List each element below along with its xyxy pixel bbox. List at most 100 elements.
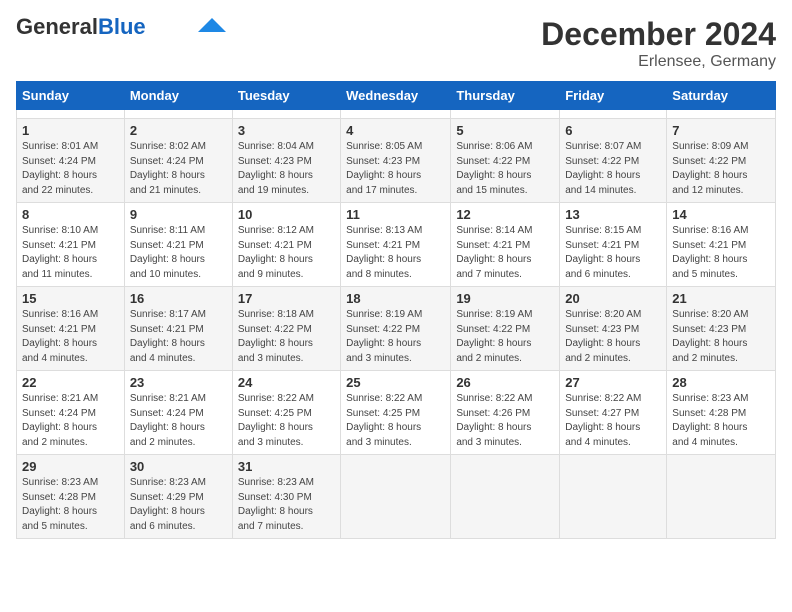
day-number: 9: [130, 207, 227, 222]
calendar-cell: 15 Sunrise: 8:16 AM Sunset: 4:21 PM Dayli…: [17, 287, 125, 371]
day-info: Sunrise: 8:14 AM Sunset: 4:21 PM Dayligh…: [456, 224, 554, 282]
day-info: Sunrise: 8:15 AM Sunset: 4:21 PM Dayligh…: [565, 224, 661, 282]
day-number: 24: [238, 375, 335, 390]
day-number: 27: [565, 375, 661, 390]
day-info: Sunrise: 8:22 AM Sunset: 4:25 PM Dayligh…: [346, 392, 445, 450]
day-number: 10: [238, 207, 335, 222]
week-row: 15 Sunrise: 8:16 AM Sunset: 4:21 PM Dayli…: [17, 287, 776, 371]
calendar-cell: 13Sunrise: 8:15 AM Sunset: 4:21 PM Dayli…: [560, 203, 667, 287]
day-info: Sunrise: 8:05 AM Sunset: 4:23 PM Dayligh…: [346, 140, 445, 198]
logo-icon: [198, 18, 226, 32]
calendar-cell: 8Sunrise: 8:10 AM Sunset: 4:21 PM Daylig…: [17, 203, 125, 287]
calendar-cell: [232, 110, 340, 119]
day-info: Sunrise: 8:21 AM Sunset: 4:24 PM Dayligh…: [22, 392, 119, 450]
calendar-cell: [560, 110, 667, 119]
week-row: 1 Sunrise: 8:01 AM Sunset: 4:24 PM Daylig…: [17, 119, 776, 203]
day-info: Sunrise: 8:11 AM Sunset: 4:21 PM Dayligh…: [130, 224, 227, 282]
day-info: Sunrise: 8:13 AM Sunset: 4:21 PM Dayligh…: [346, 224, 445, 282]
calendar-cell: 2 Sunrise: 8:02 AM Sunset: 4:24 PM Daylig…: [124, 119, 232, 203]
calendar-cell: [451, 110, 560, 119]
calendar-cell: 1 Sunrise: 8:01 AM Sunset: 4:24 PM Daylig…: [17, 119, 125, 203]
day-number: 16: [130, 291, 227, 306]
calendar-cell: 10 Sunrise: 8:12 AM Sunset: 4:21 PM Dayli…: [232, 203, 340, 287]
calendar-cell: 23 Sunrise: 8:21 AM Sunset: 4:24 PM Dayli…: [124, 371, 232, 455]
calendar-cell: 3Sunrise: 8:04 AM Sunset: 4:23 PM Daylig…: [232, 119, 340, 203]
day-info: Sunrise: 8:18 AM Sunset: 4:22 PM Dayligh…: [238, 308, 335, 366]
day-number: 4: [346, 123, 445, 138]
week-row: [17, 110, 776, 119]
calendar-cell: [341, 110, 451, 119]
calendar-cell: 29Sunrise: 8:23 AM Sunset: 4:28 PM Dayli…: [17, 455, 125, 539]
week-row: 8Sunrise: 8:10 AM Sunset: 4:21 PM Daylig…: [17, 203, 776, 287]
day-info: Sunrise: 8:22 AM Sunset: 4:25 PM Dayligh…: [238, 392, 335, 450]
column-header-monday: Monday: [124, 82, 232, 110]
day-number: 23: [130, 375, 227, 390]
column-header-tuesday: Tuesday: [232, 82, 340, 110]
column-header-sunday: Sunday: [17, 82, 125, 110]
day-number: 31: [238, 459, 335, 474]
day-number: 5: [456, 123, 554, 138]
calendar-cell: [124, 110, 232, 119]
day-number: 3: [238, 123, 335, 138]
calendar-cell: 28Sunrise: 8:23 AM Sunset: 4:28 PM Dayli…: [667, 371, 776, 455]
day-info: Sunrise: 8:22 AM Sunset: 4:27 PM Dayligh…: [565, 392, 661, 450]
calendar-cell: [341, 455, 451, 539]
calendar-cell: 18 Sunrise: 8:19 AM Sunset: 4:22 PM Dayli…: [341, 287, 451, 371]
day-info: Sunrise: 8:09 AM Sunset: 4:22 PM Dayligh…: [672, 140, 770, 198]
day-info: Sunrise: 8:12 AM Sunset: 4:21 PM Dayligh…: [238, 224, 335, 282]
day-number: 17: [238, 291, 335, 306]
day-number: 11: [346, 207, 445, 222]
calendar-cell: 17 Sunrise: 8:18 AM Sunset: 4:22 PM Dayli…: [232, 287, 340, 371]
day-info: Sunrise: 8:16 AM Sunset: 4:21 PM Dayligh…: [22, 308, 119, 366]
day-info: Sunrise: 8:19 AM Sunset: 4:22 PM Dayligh…: [346, 308, 445, 366]
day-number: 1: [22, 123, 119, 138]
day-info: Sunrise: 8:23 AM Sunset: 4:29 PM Dayligh…: [130, 476, 227, 534]
calendar-cell: 14Sunrise: 8:16 AM Sunset: 4:21 PM Dayli…: [667, 203, 776, 287]
calendar-cell: 11 Sunrise: 8:13 AM Sunset: 4:21 PM Dayli…: [341, 203, 451, 287]
day-number: 25: [346, 375, 445, 390]
week-row: 22 Sunrise: 8:21 AM Sunset: 4:24 PM Dayli…: [17, 371, 776, 455]
day-number: 26: [456, 375, 554, 390]
calendar-cell: 9 Sunrise: 8:11 AM Sunset: 4:21 PM Daylig…: [124, 203, 232, 287]
column-header-thursday: Thursday: [451, 82, 560, 110]
day-number: 15: [22, 291, 119, 306]
page-header: GeneralBlue December 2024 Erlensee, Germ…: [16, 16, 776, 71]
calendar-cell: 24 Sunrise: 8:22 AM Sunset: 4:25 PM Dayli…: [232, 371, 340, 455]
column-header-friday: Friday: [560, 82, 667, 110]
calendar-table: SundayMondayTuesdayWednesdayThursdayFrid…: [16, 81, 776, 539]
calendar-cell: 30Sunrise: 8:23 AM Sunset: 4:29 PM Dayli…: [124, 455, 232, 539]
day-number: 7: [672, 123, 770, 138]
day-info: Sunrise: 8:10 AM Sunset: 4:21 PM Dayligh…: [22, 224, 119, 282]
day-number: 2: [130, 123, 227, 138]
day-info: Sunrise: 8:23 AM Sunset: 4:28 PM Dayligh…: [22, 476, 119, 534]
day-info: Sunrise: 8:01 AM Sunset: 4:24 PM Dayligh…: [22, 140, 119, 198]
calendar-cell: [667, 110, 776, 119]
day-number: 6: [565, 123, 661, 138]
calendar-cell: 25 Sunrise: 8:22 AM Sunset: 4:25 PM Dayli…: [341, 371, 451, 455]
day-info: Sunrise: 8:02 AM Sunset: 4:24 PM Dayligh…: [130, 140, 227, 198]
calendar-cell: 6Sunrise: 8:07 AM Sunset: 4:22 PM Daylig…: [560, 119, 667, 203]
calendar-cell: 21Sunrise: 8:20 AM Sunset: 4:23 PM Dayli…: [667, 287, 776, 371]
day-number: 18: [346, 291, 445, 306]
day-info: Sunrise: 8:20 AM Sunset: 4:23 PM Dayligh…: [565, 308, 661, 366]
column-header-wednesday: Wednesday: [341, 82, 451, 110]
logo-text: GeneralBlue: [16, 16, 146, 38]
day-info: Sunrise: 8:21 AM Sunset: 4:24 PM Dayligh…: [130, 392, 227, 450]
header-row: SundayMondayTuesdayWednesdayThursdayFrid…: [17, 82, 776, 110]
day-info: Sunrise: 8:17 AM Sunset: 4:21 PM Dayligh…: [130, 308, 227, 366]
calendar-cell: 22 Sunrise: 8:21 AM Sunset: 4:24 PM Dayli…: [17, 371, 125, 455]
day-number: 22: [22, 375, 119, 390]
page-title: December 2024: [541, 16, 776, 53]
day-number: 14: [672, 207, 770, 222]
week-row: 29Sunrise: 8:23 AM Sunset: 4:28 PM Dayli…: [17, 455, 776, 539]
calendar-cell: 16 Sunrise: 8:17 AM Sunset: 4:21 PM Dayli…: [124, 287, 232, 371]
calendar-cell: 20Sunrise: 8:20 AM Sunset: 4:23 PM Dayli…: [560, 287, 667, 371]
calendar-cell: 31Sunrise: 8:23 AM Sunset: 4:30 PM Dayli…: [232, 455, 340, 539]
calendar-cell: 4 Sunrise: 8:05 AM Sunset: 4:23 PM Daylig…: [341, 119, 451, 203]
title-block: December 2024 Erlensee, Germany: [541, 16, 776, 71]
calendar-cell: 7 Sunrise: 8:09 AM Sunset: 4:22 PM Daylig…: [667, 119, 776, 203]
calendar-cell: 26 Sunrise: 8:22 AM Sunset: 4:26 PM Dayli…: [451, 371, 560, 455]
day-info: Sunrise: 8:22 AM Sunset: 4:26 PM Dayligh…: [456, 392, 554, 450]
day-number: 28: [672, 375, 770, 390]
calendar-cell: 27 Sunrise: 8:22 AM Sunset: 4:27 PM Dayli…: [560, 371, 667, 455]
